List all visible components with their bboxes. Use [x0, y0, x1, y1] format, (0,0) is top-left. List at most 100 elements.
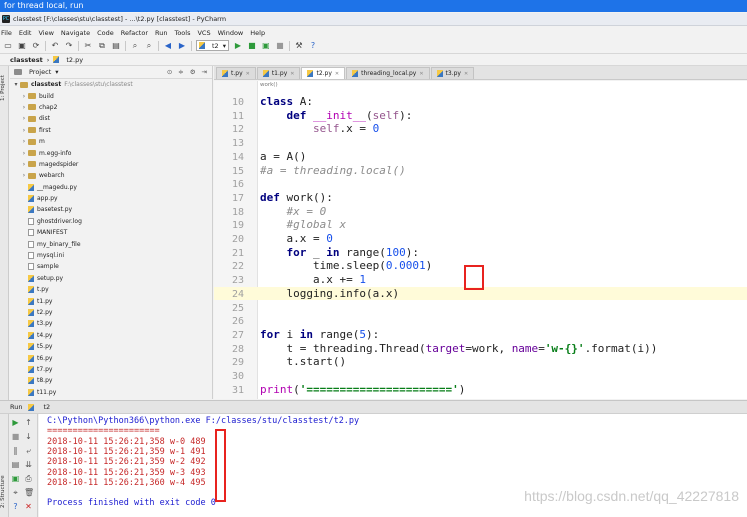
tree-item[interactable]: MANIFEST — [10, 227, 212, 238]
code-editor[interactable]: 10 class A: 11 def __init__(self): 12 self.… — [214, 81, 747, 399]
tree-item[interactable]: setup.py — [10, 273, 212, 284]
menu-item-tools[interactable]: Tools — [174, 29, 190, 37]
close-icon[interactable]: ✕ — [419, 71, 423, 77]
rerun-icon[interactable]: ▶ — [11, 418, 20, 427]
code-line[interactable]: 25 — [214, 301, 747, 315]
tree-item[interactable]: mysql.ini — [10, 250, 212, 261]
target-icon[interactable]: ⊙ — [167, 68, 172, 76]
run-config-select[interactable]: t2 ▾ — [196, 40, 229, 51]
tree-item[interactable]: t11.py — [10, 387, 212, 398]
menu-item-edit[interactable]: Edit — [19, 29, 32, 37]
scroll-down-icon[interactable]: ↓ — [24, 432, 33, 441]
menu-item-view[interactable]: View — [38, 29, 53, 37]
code-line[interactable]: 11 def __init__(self): — [214, 109, 747, 123]
tree-item[interactable]: t3.py — [10, 318, 212, 329]
code-line[interactable]: 29 t.start() — [214, 355, 747, 369]
code-line[interactable]: 21 for _ in range(100): — [214, 246, 747, 260]
help-icon[interactable]: ? — [11, 502, 20, 511]
settings-icon[interactable]: ⚒ — [294, 41, 304, 51]
close-icon[interactable]: ✕ — [290, 71, 294, 77]
soft-wrap-icon[interactable]: ⤶ — [24, 446, 33, 455]
print-icon[interactable]: ⎙ — [24, 474, 33, 483]
code-line[interactable]: 13 — [214, 136, 747, 150]
close-icon[interactable]: ✕ — [464, 71, 468, 77]
code-line[interactable]: 14 a = A() — [214, 150, 747, 164]
code-line[interactable]: 30 — [214, 369, 747, 383]
sync-icon[interactable]: ⟳ — [31, 41, 41, 51]
code-line[interactable]: 28 t = threading.Thread(target=work, nam… — [214, 342, 747, 356]
code-line[interactable]: 17 def work(): — [214, 191, 747, 205]
menu-item-refactor[interactable]: Refactor — [121, 29, 148, 37]
chevron-down-icon[interactable]: ▾ — [55, 68, 58, 76]
tree-item[interactable]: › m — [10, 136, 212, 147]
tree-item[interactable]: › first — [10, 125, 212, 136]
menu-item-vcs[interactable]: VCS — [197, 29, 210, 37]
back-icon[interactable]: ◀ — [163, 41, 173, 51]
debug-icon[interactable]: ■ — [247, 41, 257, 51]
code-line[interactable]: 27 for i in range(5): — [214, 328, 747, 342]
tree-item[interactable]: app.py — [10, 193, 212, 204]
menu-item-help[interactable]: Help — [250, 29, 265, 37]
gear-icon[interactable]: ⚙ — [190, 68, 196, 76]
split-icon[interactable]: ≑ — [178, 68, 183, 76]
editor-tab[interactable]: t.py ✕ — [216, 67, 256, 79]
run-panel-label[interactable]: Run — [10, 403, 22, 411]
code-line[interactable]: 15 #a = threading.local() — [214, 164, 747, 178]
close-icon[interactable]: ✕ — [24, 502, 33, 511]
code-line[interactable]: 10 class A: — [214, 95, 747, 109]
pin-icon[interactable]: ⌖ — [11, 488, 20, 497]
pause-icon[interactable]: ‖ — [11, 446, 20, 455]
tree-root[interactable]: ▾ classtest F:\classes\stu\classtest — [10, 79, 212, 90]
tree-item[interactable]: my_binary_file — [10, 238, 212, 249]
menu-item-file[interactable]: File — [1, 29, 12, 37]
run-icon[interactable]: ▶ — [233, 41, 243, 51]
replace-icon[interactable]: ⌕ — [144, 41, 154, 51]
project-panel-title[interactable]: Project — [29, 68, 51, 76]
tree-item[interactable]: t4.py — [10, 330, 212, 341]
code-line[interactable]: 18 #x = 0 — [214, 205, 747, 219]
breadcrumb-file[interactable]: t2.py — [66, 56, 83, 64]
coverage-icon[interactable]: ▣ — [261, 41, 271, 51]
tree-item[interactable]: › magedspider — [10, 159, 212, 170]
menu-item-run[interactable]: Run — [155, 29, 167, 37]
redo-icon[interactable]: ↷ — [64, 41, 74, 51]
cut-icon[interactable]: ✂ — [83, 41, 93, 51]
run-config-tab[interactable]: t2 — [43, 403, 50, 411]
tree-item[interactable]: t1.py — [10, 295, 212, 306]
editor-tab[interactable]: t1.py ✕ — [256, 67, 301, 79]
tree-item[interactable]: › chap2 — [10, 102, 212, 113]
help-icon[interactable]: ? — [308, 41, 318, 51]
scroll-end-icon[interactable]: ⇊ — [24, 460, 33, 469]
undo-icon[interactable]: ↶ — [50, 41, 60, 51]
code-line[interactable]: 19 #global x — [214, 218, 747, 232]
editor-tab[interactable]: t3.py ✕ — [430, 67, 475, 79]
tree-item[interactable]: t2.py — [10, 307, 212, 318]
stop-icon[interactable]: ■ — [11, 432, 20, 441]
structure-tool-tab[interactable]: 2: Structure — [0, 472, 9, 512]
code-line[interactable]: 16 — [214, 177, 747, 191]
tree-item[interactable]: t5.py — [10, 341, 212, 352]
forward-icon[interactable]: ▶ — [177, 41, 187, 51]
tree-item[interactable]: t6.py — [10, 352, 212, 363]
menu-item-navigate[interactable]: Navigate — [61, 29, 90, 37]
tree-item[interactable]: sample — [10, 261, 212, 272]
project-tool-tab[interactable]: 1: Project — [0, 72, 9, 104]
close-icon[interactable]: ✕ — [335, 71, 339, 77]
stop-icon[interactable]: ■ — [275, 41, 285, 51]
menu-item-code[interactable]: Code — [97, 29, 114, 37]
open-icon[interactable]: ▭ — [3, 41, 13, 51]
close-icon[interactable]: ✕ — [246, 71, 250, 77]
scroll-up-icon[interactable]: ↑ — [24, 418, 33, 427]
editor-tab[interactable]: threading_local.py ✕ — [346, 67, 430, 79]
copy-icon[interactable]: ⧉ — [97, 41, 107, 51]
menu-item-window[interactable]: Window — [218, 29, 244, 37]
tree-item[interactable]: › build — [10, 90, 212, 101]
trash-icon[interactable]: 🗑 — [24, 488, 34, 497]
tree-item[interactable]: t7.py — [10, 364, 212, 375]
editor-tab[interactable]: t2.py ✕ — [301, 67, 346, 79]
run-console[interactable]: C:\Python\Python366\python.exe F:/classe… — [39, 414, 747, 517]
tree-item[interactable]: t.py — [10, 284, 212, 295]
code-line[interactable]: 31 print('======================') — [214, 383, 747, 397]
tree-item[interactable]: › webarch — [10, 170, 212, 181]
code-line[interactable]: 12 self.x = 0 — [214, 122, 747, 136]
